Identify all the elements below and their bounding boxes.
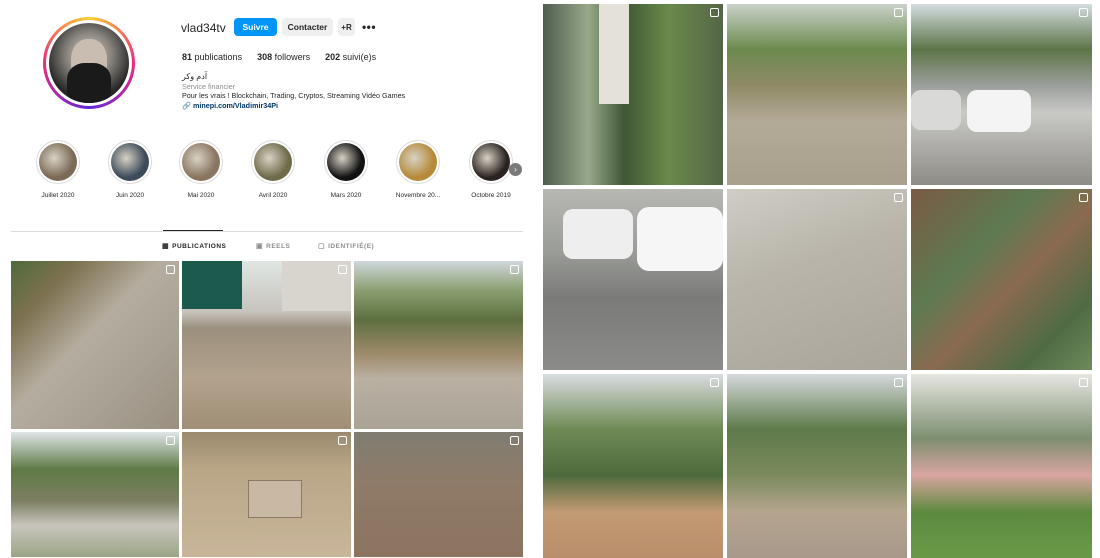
story-highlight[interactable]: Juillet 2020 <box>28 140 88 199</box>
post-thumbnail[interactable] <box>543 189 723 370</box>
link-icon: 🔗 <box>182 100 191 110</box>
post-thumbnail[interactable] <box>354 261 523 429</box>
posts-grid <box>11 261 523 557</box>
tab-publications[interactable]: ▦ PUBLICATIONS <box>162 242 227 251</box>
reel-icon <box>166 436 175 445</box>
reel-icon <box>166 265 175 274</box>
highlight-image <box>111 143 149 181</box>
more-options-icon[interactable]: ••• <box>361 18 377 36</box>
reel-icon <box>894 8 903 17</box>
highlight-cover <box>36 140 80 184</box>
grid-icon: ▦ <box>162 243 170 250</box>
profile-stats: 81 publications 308 followers 202 suivi(… <box>182 52 376 62</box>
profile-avatar[interactable] <box>43 17 135 109</box>
highlight-cover <box>469 140 513 184</box>
post-thumbnail[interactable] <box>11 261 179 429</box>
active-tab-indicator <box>163 230 223 231</box>
tab-reels-label: REELS <box>266 242 291 250</box>
post-thumbnail[interactable] <box>11 432 179 557</box>
reel-icon <box>338 265 347 274</box>
reel-icon <box>510 436 519 445</box>
highlight-cover <box>108 140 152 184</box>
tagged-icon: ▢ <box>318 243 326 250</box>
contact-button[interactable]: Contacter <box>282 18 333 36</box>
highlight-image <box>327 143 365 181</box>
posts-count: 81 <box>182 52 193 62</box>
bio-category: Service financier <box>182 81 236 91</box>
post-thumbnail[interactable] <box>727 4 907 185</box>
bio-link-text[interactable]: minepi.com/Vladimir34Pi <box>193 101 278 110</box>
story-highlights: Juillet 2020 Juin 2020 Mai 2020 Avril 2020 M… <box>30 140 525 205</box>
profile-bio: آدم وكر Service financier Pour les vrais… <box>182 72 405 110</box>
highlight-label: Juin 2020 <box>115 192 145 199</box>
tab-tagged-label: IDENTIFIÉ(E) <box>328 242 375 250</box>
story-highlight[interactable]: Avril 2020 <box>243 140 303 199</box>
highlight-label: Mai 2020 <box>187 192 215 199</box>
photo-grid-panel <box>543 0 1100 558</box>
avatar-photo <box>49 23 129 103</box>
reel-icon <box>1079 193 1088 202</box>
post-thumbnail[interactable] <box>182 261 351 429</box>
story-highlight[interactable]: Mars 2020 <box>316 140 376 199</box>
reel-icon <box>1079 378 1088 387</box>
highlight-cover <box>251 140 295 184</box>
highlight-cover <box>396 140 440 184</box>
reel-icon <box>894 193 903 202</box>
reel-icon <box>1079 8 1088 17</box>
profile-username: vlad34tv <box>181 21 226 35</box>
tab-publications-label: PUBLICATIONS <box>172 242 227 250</box>
reel-icon <box>710 378 719 387</box>
story-highlight[interactable]: Juin 2020 <box>100 140 160 199</box>
highlight-cover <box>324 140 368 184</box>
tabs-divider <box>11 231 523 232</box>
reel-icon <box>710 8 719 17</box>
post-thumbnail[interactable] <box>543 374 723 558</box>
posts-stat: 81 publications <box>182 52 242 62</box>
post-thumbnail[interactable] <box>911 374 1092 558</box>
tab-reels[interactable]: ▣ REELS <box>256 242 291 251</box>
story-highlight[interactable]: Mai 2020 <box>171 140 231 199</box>
post-thumbnail[interactable] <box>182 432 351 557</box>
follow-button[interactable]: Suivre <box>234 18 277 36</box>
highlight-label: Novembre 20... <box>395 192 441 199</box>
following-label: suivi(e)s <box>342 52 377 62</box>
bio-text: Pour les vrais ! Blockchain, Trading, Cr… <box>182 91 406 100</box>
highlight-image <box>182 143 220 181</box>
post-thumbnail[interactable] <box>727 189 907 370</box>
highlight-label: Juillet 2020 <box>41 192 75 199</box>
story-highlight[interactable]: Novembre 20... <box>388 140 448 199</box>
followers-stat[interactable]: 308 followers <box>257 52 310 62</box>
followers-label: followers <box>274 52 311 62</box>
post-thumbnail[interactable] <box>354 432 523 557</box>
highlight-label: Mars 2020 <box>330 192 362 199</box>
post-thumbnail[interactable] <box>911 189 1092 370</box>
highlight-label: Octobre 2019 <box>471 192 511 199</box>
tab-tagged[interactable]: ▢ IDENTIFIÉ(E) <box>318 242 375 251</box>
reel-icon <box>338 436 347 445</box>
followers-count: 308 <box>257 52 273 62</box>
bio-name: آدم وكر <box>182 72 208 81</box>
following-count: 202 <box>325 52 341 62</box>
highlight-image <box>472 143 510 181</box>
reel-icon <box>894 378 903 387</box>
post-thumbnail[interactable] <box>911 4 1092 185</box>
highlight-image <box>39 143 77 181</box>
following-stat[interactable]: 202 suivi(e)s <box>325 52 376 62</box>
post-thumbnail[interactable] <box>727 374 907 558</box>
chevron-right-icon[interactable]: › <box>509 163 522 176</box>
highlight-image <box>254 143 292 181</box>
add-user-icon[interactable]: +R <box>338 18 355 36</box>
post-thumbnail[interactable] <box>543 4 723 185</box>
reels-icon: ▣ <box>256 243 264 250</box>
bio-link[interactable]: 🔗 minepi.com/Vladimir34Pi <box>182 101 405 111</box>
highlight-image <box>399 143 437 181</box>
highlight-cover <box>179 140 223 184</box>
posts-label: publications <box>194 52 243 62</box>
reel-icon <box>510 265 519 274</box>
highlight-label: Avril 2020 <box>258 192 288 199</box>
profile-panel: vlad34tv Suivre Contacter +R ••• 81 publ… <box>0 0 535 558</box>
